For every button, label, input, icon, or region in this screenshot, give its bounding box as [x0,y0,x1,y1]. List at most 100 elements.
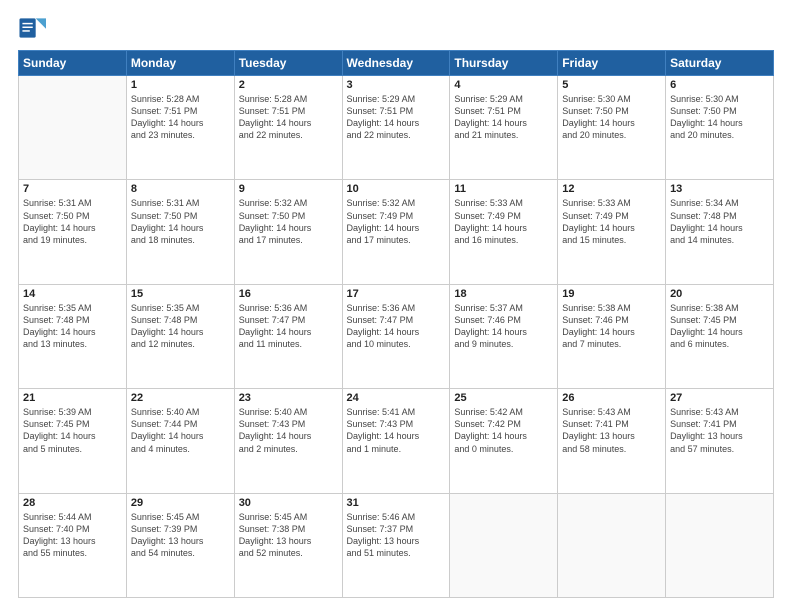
cell-line: Sunrise: 5:30 AM [670,93,769,105]
cell-line: Sunrise: 5:40 AM [239,406,338,418]
day-number: 18 [454,288,553,300]
calendar-cell: 23Sunrise: 5:40 AMSunset: 7:43 PMDayligh… [234,389,342,493]
cell-line: and 17 minutes. [347,234,446,246]
cell-line: Sunset: 7:51 PM [239,105,338,117]
cell-line: and 58 minutes. [562,443,661,455]
calendar-table: SundayMondayTuesdayWednesdayThursdayFrid… [18,50,774,598]
weekday-header: Monday [126,51,234,76]
cell-line: Daylight: 14 hours [131,326,230,338]
weekday-header: Tuesday [234,51,342,76]
cell-line: Sunset: 7:50 PM [23,210,122,222]
day-number: 22 [131,392,230,404]
day-number: 7 [23,183,122,195]
cell-line: Sunset: 7:48 PM [131,314,230,326]
cell-line: Sunrise: 5:31 AM [131,197,230,209]
cell-line: Sunset: 7:50 PM [131,210,230,222]
calendar-cell: 9Sunrise: 5:32 AMSunset: 7:50 PMDaylight… [234,180,342,284]
cell-line: and 11 minutes. [239,338,338,350]
cell-line: Daylight: 14 hours [131,117,230,129]
cell-line: Sunrise: 5:38 AM [562,302,661,314]
calendar-cell: 7Sunrise: 5:31 AMSunset: 7:50 PMDaylight… [19,180,127,284]
cell-line: Daylight: 14 hours [347,430,446,442]
cell-line: and 4 minutes. [131,443,230,455]
weekday-header: Friday [558,51,666,76]
cell-line: Sunset: 7:45 PM [23,418,122,430]
cell-line: Sunset: 7:47 PM [347,314,446,326]
calendar-cell: 13Sunrise: 5:34 AMSunset: 7:48 PMDayligh… [666,180,774,284]
cell-line: and 20 minutes. [562,129,661,141]
cell-line: and 15 minutes. [562,234,661,246]
cell-line: Sunrise: 5:29 AM [454,93,553,105]
calendar-cell: 17Sunrise: 5:36 AMSunset: 7:47 PMDayligh… [342,284,450,388]
calendar-cell: 15Sunrise: 5:35 AMSunset: 7:48 PMDayligh… [126,284,234,388]
calendar-week-row: 7Sunrise: 5:31 AMSunset: 7:50 PMDaylight… [19,180,774,284]
calendar-week-row: 28Sunrise: 5:44 AMSunset: 7:40 PMDayligh… [19,493,774,597]
calendar-cell: 2Sunrise: 5:28 AMSunset: 7:51 PMDaylight… [234,76,342,180]
cell-line: Sunset: 7:49 PM [454,210,553,222]
calendar-cell: 5Sunrise: 5:30 AMSunset: 7:50 PMDaylight… [558,76,666,180]
calendar-cell: 14Sunrise: 5:35 AMSunset: 7:48 PMDayligh… [19,284,127,388]
cell-line: and 16 minutes. [454,234,553,246]
cell-line: Daylight: 13 hours [562,430,661,442]
cell-line: Sunrise: 5:43 AM [562,406,661,418]
calendar-cell: 27Sunrise: 5:43 AMSunset: 7:41 PMDayligh… [666,389,774,493]
cell-line: Sunrise: 5:35 AM [131,302,230,314]
cell-line: Sunset: 7:44 PM [131,418,230,430]
cell-line: Sunset: 7:50 PM [239,210,338,222]
day-number: 19 [562,288,661,300]
cell-line: and 21 minutes. [454,129,553,141]
cell-line: Sunset: 7:46 PM [454,314,553,326]
cell-line: Sunset: 7:51 PM [347,105,446,117]
day-number: 12 [562,183,661,195]
cell-line: Sunset: 7:49 PM [347,210,446,222]
calendar-cell: 8Sunrise: 5:31 AMSunset: 7:50 PMDaylight… [126,180,234,284]
day-number: 8 [131,183,230,195]
cell-line: Sunrise: 5:33 AM [562,197,661,209]
day-number: 3 [347,79,446,91]
cell-line: Daylight: 14 hours [239,222,338,234]
calendar-cell [19,76,127,180]
cell-line: Sunrise: 5:31 AM [23,197,122,209]
cell-line: Sunrise: 5:44 AM [23,511,122,523]
cell-line: Daylight: 14 hours [347,117,446,129]
cell-line: and 54 minutes. [131,547,230,559]
cell-line: Daylight: 14 hours [670,326,769,338]
cell-line: and 14 minutes. [670,234,769,246]
cell-line: Sunrise: 5:29 AM [347,93,446,105]
cell-line: Daylight: 14 hours [562,326,661,338]
day-number: 28 [23,497,122,509]
day-number: 6 [670,79,769,91]
cell-line: Daylight: 13 hours [670,430,769,442]
cell-line: Sunset: 7:49 PM [562,210,661,222]
cell-line: Sunset: 7:48 PM [670,210,769,222]
day-number: 21 [23,392,122,404]
cell-line: Daylight: 13 hours [347,535,446,547]
calendar-cell: 26Sunrise: 5:43 AMSunset: 7:41 PMDayligh… [558,389,666,493]
calendar-cell: 25Sunrise: 5:42 AMSunset: 7:42 PMDayligh… [450,389,558,493]
cell-line: Sunset: 7:43 PM [239,418,338,430]
cell-line: Sunrise: 5:33 AM [454,197,553,209]
cell-line: Sunrise: 5:37 AM [454,302,553,314]
cell-line: Sunset: 7:39 PM [131,523,230,535]
cell-line: Daylight: 14 hours [239,117,338,129]
day-number: 25 [454,392,553,404]
cell-line: Sunrise: 5:43 AM [670,406,769,418]
cell-line: Sunrise: 5:46 AM [347,511,446,523]
cell-line: Sunrise: 5:35 AM [23,302,122,314]
calendar-cell: 10Sunrise: 5:32 AMSunset: 7:49 PMDayligh… [342,180,450,284]
weekday-header: Wednesday [342,51,450,76]
cell-line: Sunrise: 5:39 AM [23,406,122,418]
day-number: 31 [347,497,446,509]
calendar-cell: 24Sunrise: 5:41 AMSunset: 7:43 PMDayligh… [342,389,450,493]
cell-line: Sunrise: 5:45 AM [131,511,230,523]
calendar-cell: 12Sunrise: 5:33 AMSunset: 7:49 PMDayligh… [558,180,666,284]
cell-line: and 17 minutes. [239,234,338,246]
calendar-cell: 20Sunrise: 5:38 AMSunset: 7:45 PMDayligh… [666,284,774,388]
cell-line: Sunset: 7:51 PM [454,105,553,117]
calendar-week-row: 14Sunrise: 5:35 AMSunset: 7:48 PMDayligh… [19,284,774,388]
cell-line: Daylight: 14 hours [670,117,769,129]
cell-line: and 57 minutes. [670,443,769,455]
day-number: 4 [454,79,553,91]
day-number: 5 [562,79,661,91]
day-number: 14 [23,288,122,300]
